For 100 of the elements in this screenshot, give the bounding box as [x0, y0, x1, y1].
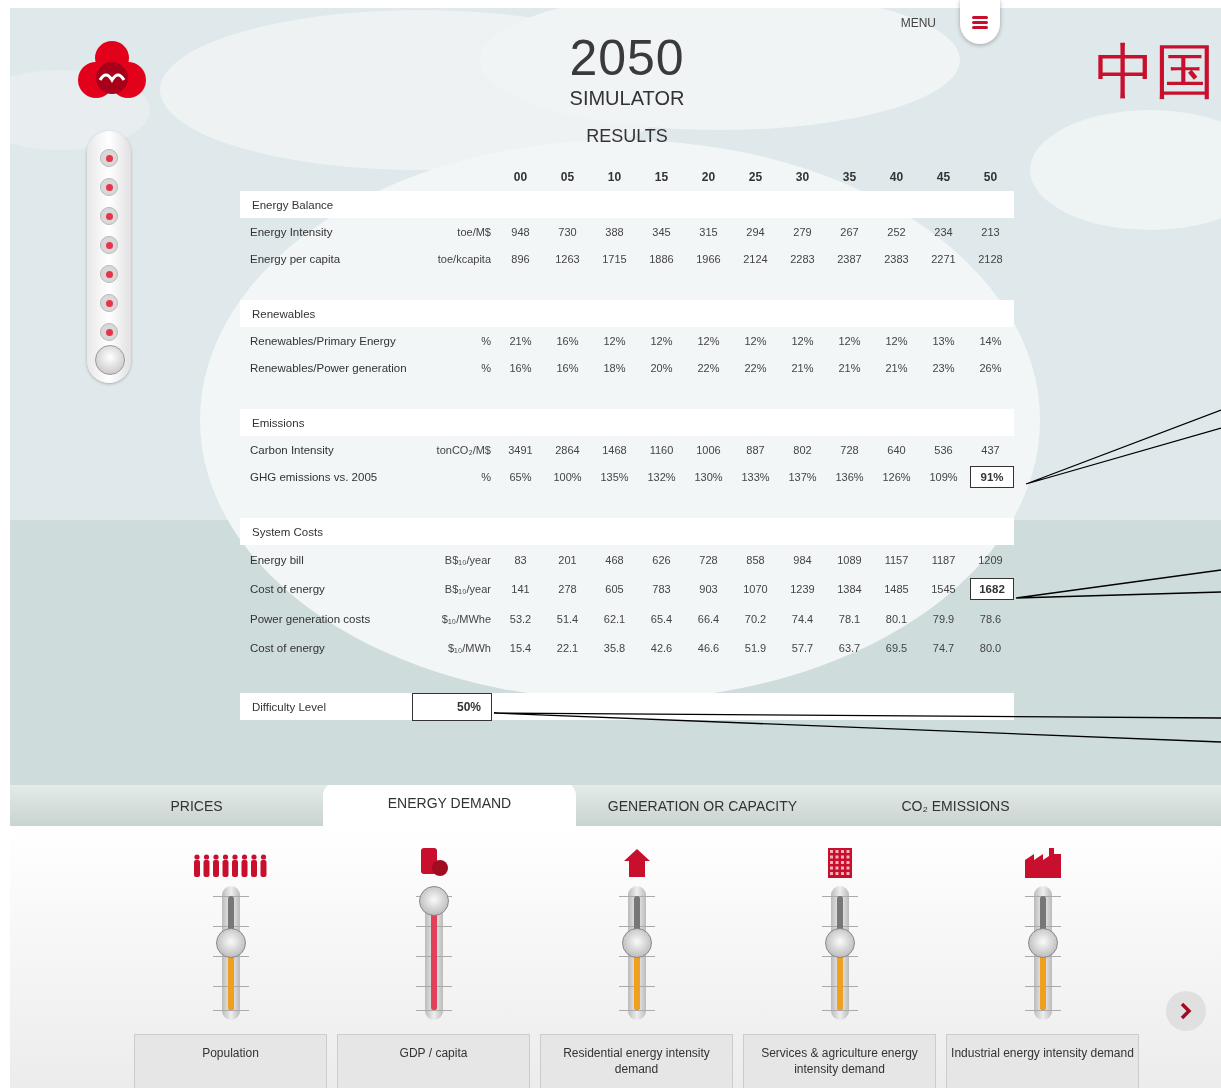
table-cell-text: 1157 — [883, 553, 910, 566]
slider-thumb[interactable] — [215, 927, 246, 958]
row-label: Cost of energy — [250, 583, 326, 596]
slider-thumb[interactable] — [621, 927, 652, 958]
table-cell-text: 70.2 — [743, 612, 768, 625]
unit-cell-text: tonCO₂/M$ — [435, 443, 492, 456]
slider-label: GDP / capita — [337, 1034, 530, 1088]
table-cell-text: 12% — [884, 334, 909, 347]
slider-track[interactable] — [1024, 886, 1061, 1020]
menu-icon — [972, 15, 988, 29]
row-label: Energy bill — [250, 553, 305, 566]
step-dot — [100, 178, 118, 196]
table-cell-text: 83 — [513, 553, 528, 566]
table-cell-text: 887 — [745, 443, 766, 456]
table-cell-text: 100% — [552, 470, 583, 483]
slider-label: Industrial energy intensity demand — [946, 1034, 1139, 1088]
tab[interactable]: ENERGY DEMAND — [323, 782, 576, 826]
step-dot — [100, 207, 118, 225]
row-label: Renewables/Primary Energy — [250, 334, 397, 347]
tab[interactable]: GENERATION OR CAPACITY — [576, 785, 829, 826]
table-cell-text: 18% — [602, 361, 627, 374]
slider-track[interactable] — [212, 886, 249, 1020]
table-cell-text: 14% — [978, 334, 1003, 347]
unit-cell-text: toe/kcapita — [436, 252, 492, 265]
table-cell-text: 1485 — [883, 583, 910, 596]
table-cell-text: 74.7 — [931, 642, 956, 655]
table-cell-text: 437 — [980, 443, 1001, 456]
table-cell-text: 2387 — [836, 252, 863, 265]
slider-track[interactable] — [821, 886, 858, 1020]
row-label: Power generation costs — [250, 612, 372, 625]
step-dot — [100, 265, 118, 283]
slider-thumb[interactable] — [418, 886, 449, 916]
unit-cell-text: $₁₀/MWhe — [440, 612, 492, 625]
slider-thumb[interactable] — [1027, 927, 1058, 958]
table-cell-text: 15.4 — [508, 642, 533, 655]
table-cell-text: 136% — [834, 470, 865, 483]
table-cell-text: 23% — [931, 361, 956, 374]
table-cell-text: 21% — [884, 361, 909, 374]
slider-track[interactable] — [415, 886, 452, 1020]
table-cell-text: 80.1 — [884, 612, 909, 625]
table-cell-text: 388 — [604, 225, 625, 238]
table-cell-text: 69.5 — [884, 642, 909, 655]
table-cell-text: 201 — [557, 553, 578, 566]
factory-icon — [1024, 848, 1061, 878]
table-cell-text: 896 — [510, 252, 531, 265]
table-cell-text: 294 — [745, 225, 766, 238]
table-cell-text: 468 — [604, 553, 625, 566]
unit-cell-text: B$₁₀/year — [443, 583, 492, 596]
step-dot — [100, 294, 118, 312]
slider-thumb[interactable] — [824, 927, 855, 958]
table-cell-text: 728 — [698, 553, 719, 566]
table-cell-text: 1187 — [930, 553, 957, 566]
chevron-right-icon — [1180, 1002, 1192, 1020]
unit-cell-text: % — [480, 334, 492, 347]
table-cell-text: 133% — [740, 470, 771, 483]
next-button[interactable] — [1166, 991, 1206, 1031]
table-cell-text: 13% — [931, 334, 956, 347]
tab[interactable]: CO₂ EMISSIONS — [829, 785, 1082, 826]
table-cell-text: 62.1 — [602, 612, 627, 625]
unit-cell-text: B$₁₀/year — [443, 553, 492, 566]
table-cell-text: 1239 — [789, 583, 816, 596]
table-cell-text: 1070 — [742, 583, 769, 596]
year-header: 00 — [512, 170, 529, 184]
section-header: System Costs — [240, 518, 1014, 545]
table-cell-text: 1089 — [836, 553, 863, 566]
table-cell-text: 21% — [837, 361, 862, 374]
section-header: Renewables — [240, 300, 1014, 327]
table-cell-text: 267 — [839, 225, 860, 238]
table-cell-text: 12% — [649, 334, 674, 347]
unit-cell-text: % — [480, 361, 492, 374]
table-cell-text: 51.9 — [743, 642, 768, 655]
highlighted-value: 1682 — [970, 578, 1014, 601]
year-header: 05 — [559, 170, 576, 184]
table-cell-text: 278 — [557, 583, 578, 596]
row-label: Cost of energy — [250, 642, 326, 655]
table-cell-text: 1160 — [648, 443, 675, 456]
difficulty-slider[interactable] — [87, 131, 131, 383]
table-cell-text: 130% — [693, 470, 724, 483]
table-cell-text: 12% — [743, 334, 768, 347]
row-label: GHG emissions vs. 2005 — [250, 470, 379, 483]
difficulty-label: Difficulty Level — [252, 701, 327, 713]
table-cell-text: 345 — [651, 225, 672, 238]
table-cell-text: 66.4 — [696, 612, 721, 625]
menu-button[interactable] — [960, 0, 1000, 44]
table-cell-text: 728 — [839, 443, 860, 456]
section-header: Emissions — [240, 409, 1014, 436]
slider-knob[interactable] — [95, 345, 125, 375]
year-header: 15 — [653, 170, 670, 184]
results-heading: RESULTS — [586, 126, 668, 147]
table-cell-text: 1966 — [695, 252, 722, 265]
year-header: 50 — [982, 170, 999, 184]
table-cell-text: 948 — [510, 225, 531, 238]
slider-track[interactable] — [618, 886, 655, 1020]
table-cell-text: 74.4 — [790, 612, 815, 625]
table-cell-text: 16% — [555, 334, 580, 347]
table-cell-text: 78.1 — [837, 612, 862, 625]
tab[interactable]: PRICES — [70, 785, 323, 826]
table-cell-text: 1715 — [601, 252, 628, 265]
table-cell-text: 63.7 — [837, 642, 862, 655]
table-cell-text: 1545 — [930, 583, 957, 596]
